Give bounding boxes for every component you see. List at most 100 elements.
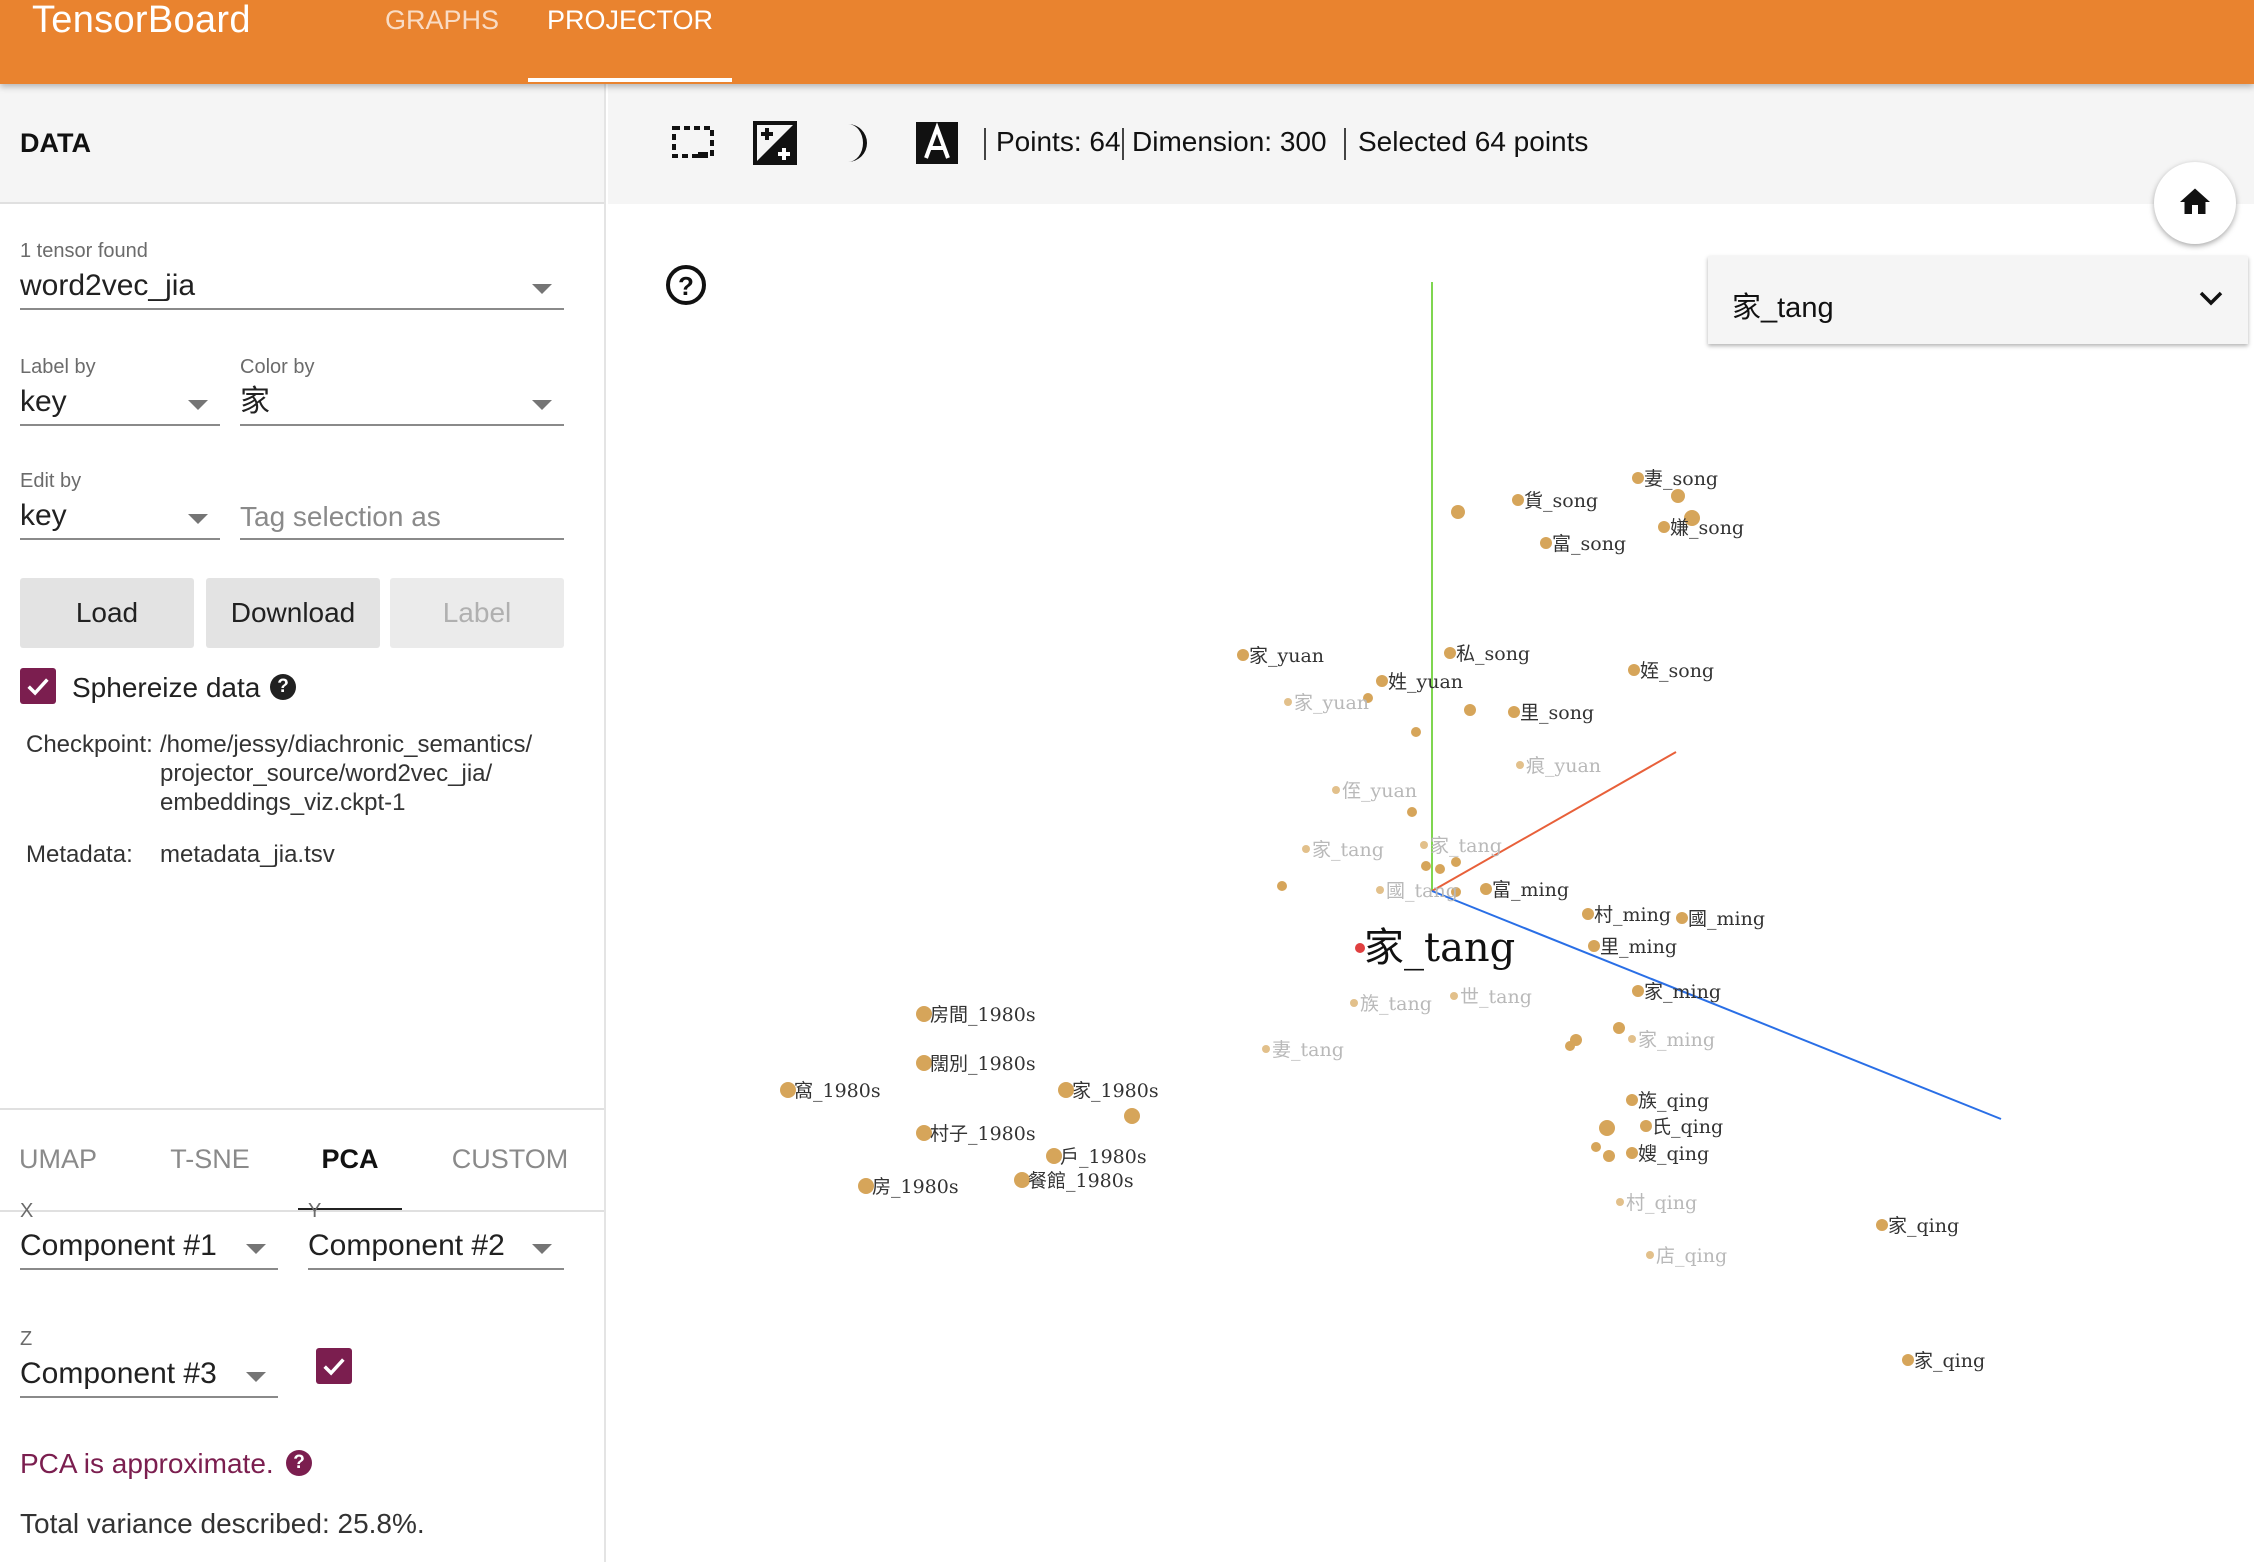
color-by-select[interactable]: 家 (240, 382, 564, 426)
checkpoint-path: /home/jessy/diachronic_semantics/ projec… (160, 730, 532, 817)
app-title: TensorBoard (32, 0, 251, 41)
point-label: 國_ming (1688, 908, 1765, 930)
data-point (1376, 675, 1388, 687)
tag-selection-input[interactable] (240, 496, 564, 540)
data-point (1632, 472, 1644, 484)
labels-toggle-icon[interactable] (914, 120, 960, 166)
tab-custom[interactable]: CUSTOM (440, 1122, 580, 1212)
nearest-neighbors-icon[interactable] (752, 120, 798, 166)
point-label: 家_yuan (1249, 645, 1324, 667)
metadata-label: Metadata: (26, 841, 133, 868)
load-button[interactable]: Load (20, 578, 194, 648)
data-point (1332, 786, 1340, 794)
point-label: 氏_qing (1652, 1116, 1723, 1138)
divider (1122, 128, 1124, 160)
sphereize-checkbox[interactable] (20, 668, 56, 704)
pca-y-label: Y (308, 1200, 322, 1222)
select-rectangle-icon[interactable] (670, 120, 716, 166)
data-point (1626, 1094, 1638, 1106)
point-label: 家_yuan (1294, 692, 1369, 714)
data-point (1262, 1045, 1270, 1053)
data-point (1582, 908, 1594, 920)
data-point (1284, 698, 1292, 706)
dimension-count: Dimension: 300 (1132, 126, 1327, 157)
data-point (1516, 761, 1524, 769)
point-label: 家_qing (1888, 1215, 1959, 1237)
point-label: 妻_song (1644, 468, 1718, 490)
label-by-label: Label by (20, 356, 96, 378)
chevron-down-icon (532, 1244, 552, 1254)
tab-projector[interactable]: PROJECTOR (528, 0, 732, 84)
pca-z-checkbox[interactable] (316, 1348, 352, 1384)
point-label: 嫌_song (1670, 517, 1744, 539)
projection-canvas[interactable]: ? 妻_song 貨_song 富_song 嫌_song 家_yuan 私_song 姪_… (608, 204, 2254, 1562)
svg-text:?: ? (678, 271, 694, 301)
data-point (1646, 1251, 1654, 1259)
tab-tsne[interactable]: T-SNE (150, 1122, 270, 1212)
data-point (1616, 1198, 1624, 1206)
point-label: 家_ming (1644, 981, 1721, 1003)
point-label: 富_ming (1492, 879, 1569, 901)
pca-z-label: Z (20, 1328, 33, 1350)
pca-x-select[interactable]: Component #1 (20, 1226, 278, 1270)
data-panel-header: DATA (0, 84, 604, 204)
checkpoint-path-line: projector_source/word2vec_jia/ (160, 760, 493, 787)
point-label: 家_ming (1638, 1029, 1715, 1051)
point-label: 族_tang (1360, 993, 1432, 1015)
data-point (1421, 861, 1431, 871)
data-point (1628, 1035, 1636, 1043)
point-label: 房_1980s (872, 1176, 959, 1198)
data-point (1508, 706, 1520, 718)
color-by-value: 家 (240, 385, 270, 418)
point-label: 侄_yuan (1342, 780, 1417, 802)
point-label: 姪_song (1640, 660, 1714, 682)
data-point (1676, 912, 1688, 924)
data-point (1435, 864, 1445, 874)
data-point (1450, 992, 1458, 1000)
edit-by-label: Edit by (20, 470, 82, 492)
checkmark-icon (323, 1358, 345, 1376)
tab-graphs[interactable]: GRAPHS (368, 0, 516, 84)
divider (0, 1210, 604, 1212)
point-label: 國_tang (1386, 880, 1458, 902)
point-label: 痕_yuan (1526, 755, 1601, 777)
chevron-down-icon (188, 514, 208, 524)
point-label: 家_1980s (1072, 1080, 1159, 1102)
help-icon[interactable]: ? (666, 265, 706, 305)
data-point (1350, 999, 1358, 1007)
metadata-file: metadata_jia.tsv (160, 841, 335, 868)
label-button[interactable]: Label (390, 578, 564, 648)
projector-toolbar: Points: 64 Dimension: 300 Selected 64 po… (608, 84, 2254, 204)
point-label: 世_tang (1460, 986, 1532, 1008)
sphereize-help-icon[interactable]: ? (270, 674, 296, 700)
edit-by-value: key (20, 499, 67, 532)
data-point (1277, 881, 1287, 891)
color-by-label: Color by (240, 356, 315, 378)
data-point (1376, 886, 1384, 894)
selected-point-label: 家_tang (1364, 925, 1515, 971)
pca-help-icon[interactable]: ? (286, 1450, 312, 1476)
point-label: 嫂_qing (1638, 1143, 1709, 1165)
pca-z-select[interactable]: Component #3 (20, 1354, 278, 1398)
point-label: 里_ming (1600, 936, 1677, 958)
pca-x-label: X (20, 1200, 34, 1222)
pca-y-select[interactable]: Component #2 (308, 1226, 564, 1270)
label-by-select[interactable]: key (20, 382, 220, 426)
point-label: 村子_1980s (930, 1123, 1036, 1145)
edit-by-select[interactable]: key (20, 496, 220, 540)
night-mode-icon[interactable] (834, 120, 880, 166)
tensor-select[interactable]: word2vec_jia (20, 266, 564, 310)
tab-pca[interactable]: PCA (298, 1122, 402, 1212)
data-point (1599, 1120, 1615, 1136)
point-label: 族_qing (1638, 1090, 1709, 1112)
data-panel-title: DATA (20, 128, 91, 158)
data-point (1302, 845, 1310, 853)
tab-umap[interactable]: UMAP (0, 1122, 116, 1212)
download-button[interactable]: Download (206, 578, 380, 648)
point-label: 店_qing (1656, 1245, 1727, 1267)
sphereize-label: Sphereize data (72, 672, 261, 703)
data-point (1407, 807, 1417, 817)
data-point (1480, 883, 1492, 895)
point-label: 妻_tang (1272, 1039, 1344, 1061)
point-label: 村_qing (1626, 1192, 1697, 1214)
